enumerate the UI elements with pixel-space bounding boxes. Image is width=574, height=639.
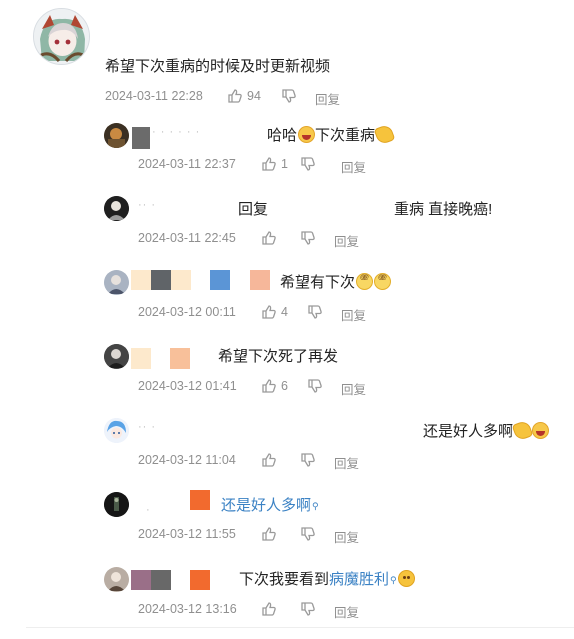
thumb-down-icon[interactable] xyxy=(281,88,297,104)
thumb-down-icon[interactable] xyxy=(300,452,316,468)
search-icon: ⚲ xyxy=(312,501,319,511)
main-comment-like-count: 94 xyxy=(247,89,261,103)
dizzy-emoji-icon xyxy=(356,273,374,290)
thumb-down-icon[interactable] xyxy=(300,230,316,246)
username-mask xyxy=(151,570,171,590)
thumb-up-icon[interactable] xyxy=(261,230,277,246)
reply-button[interactable]: 回复 xyxy=(341,305,366,324)
username-mask xyxy=(171,270,191,290)
clap-emoji-icon xyxy=(373,123,396,146)
reply-avatar[interactable] xyxy=(104,418,129,443)
thumb-up-icon[interactable] xyxy=(261,452,277,468)
username-mask xyxy=(131,270,151,290)
username-redacted: · xyxy=(146,504,151,516)
reply-button[interactable]: 回复 xyxy=(341,157,366,176)
reply-text: 重病 直接晚癌! xyxy=(394,201,493,218)
reply-avatar[interactable] xyxy=(104,270,129,295)
reply-text: 下次我要看到病魔胜利⚲ xyxy=(239,570,415,590)
username-mask xyxy=(131,348,151,369)
reply-text: 哈哈 下次重病 xyxy=(267,123,396,146)
reply-button[interactable]: 回复 xyxy=(341,379,366,398)
username-mask xyxy=(151,270,171,290)
thumb-down-icon[interactable] xyxy=(300,601,316,617)
main-comment-reply-button[interactable]: 回复 xyxy=(315,89,340,108)
reply-like-count: 6 xyxy=(281,379,288,393)
clap-emoji-icon xyxy=(511,419,534,442)
username-redacted: ·· · xyxy=(138,199,157,211)
main-comment-timestamp: 2024-03-11 22:28 xyxy=(105,89,203,103)
reply-timestamp: 2024-03-12 11:04 xyxy=(138,453,236,467)
reply-text: 希望下次死了再发 xyxy=(218,348,339,365)
thumb-down-icon[interactable] xyxy=(300,156,316,172)
reply-link-text[interactable]: 还是好人多啊⚲ xyxy=(221,496,319,516)
thumb-up-icon[interactable] xyxy=(261,378,277,394)
reply-avatar[interactable] xyxy=(104,123,129,148)
thumb-up-icon[interactable] xyxy=(261,156,277,172)
thumb-up-icon[interactable] xyxy=(261,304,277,320)
username-mask xyxy=(210,270,230,290)
reply-button[interactable]: 回复 xyxy=(334,602,359,621)
divider xyxy=(26,627,574,628)
reply-text: 还是好人多啊 xyxy=(423,419,550,442)
reply-timestamp: 2024-03-12 00:11 xyxy=(138,305,236,319)
username-mask xyxy=(132,127,150,149)
thumb-up-icon[interactable] xyxy=(227,88,243,104)
thumb-up-icon[interactable] xyxy=(261,526,277,542)
username-redacted: ·· · xyxy=(138,421,157,433)
thumb-up-icon[interactable] xyxy=(261,601,277,617)
reply-timestamp: 2024-03-12 13:16 xyxy=(138,602,237,616)
reply-text: 希望有下次 xyxy=(280,273,392,293)
main-comment-avatar[interactable] xyxy=(33,8,90,65)
laughing-emoji-icon xyxy=(532,422,550,439)
reply-prefix: 回复 xyxy=(238,201,269,218)
reply-avatar[interactable] xyxy=(104,492,129,517)
search-icon: ⚲ xyxy=(390,575,397,585)
reply-timestamp: 2024-03-11 22:37 xyxy=(138,157,236,171)
username-mask xyxy=(131,570,151,590)
reply-avatar[interactable] xyxy=(104,567,129,592)
thumb-down-icon[interactable] xyxy=(307,304,323,320)
dizzy-emoji-icon xyxy=(374,273,392,290)
reply-timestamp: 2024-03-11 22:45 xyxy=(138,231,236,245)
username-mask xyxy=(250,270,270,290)
reply-avatar[interactable] xyxy=(104,196,129,221)
username-mask xyxy=(170,348,190,369)
reply-link-text[interactable]: 病魔胜利 xyxy=(329,571,389,588)
reply-timestamp: 2024-03-12 11:55 xyxy=(138,527,236,541)
username-mask xyxy=(190,570,210,590)
thumb-down-icon[interactable] xyxy=(300,526,316,542)
reply-button[interactable]: 回复 xyxy=(334,231,359,250)
reply-avatar[interactable] xyxy=(104,344,129,369)
main-comment-text: 希望下次重病的时候及时更新视频 xyxy=(105,58,331,75)
reply-like-count: 1 xyxy=(281,157,288,171)
reply-button[interactable]: 回复 xyxy=(334,453,359,472)
username-mask xyxy=(190,490,210,510)
reply-timestamp: 2024-03-12 01:41 xyxy=(138,379,237,393)
laughing-emoji-icon xyxy=(298,126,316,143)
thinking-emoji-icon xyxy=(397,570,415,587)
reply-button[interactable]: 回复 xyxy=(334,527,359,546)
thumb-down-icon[interactable] xyxy=(307,378,323,394)
username-redacted: · · · · · · xyxy=(152,126,201,138)
reply-like-count: 4 xyxy=(281,305,288,319)
